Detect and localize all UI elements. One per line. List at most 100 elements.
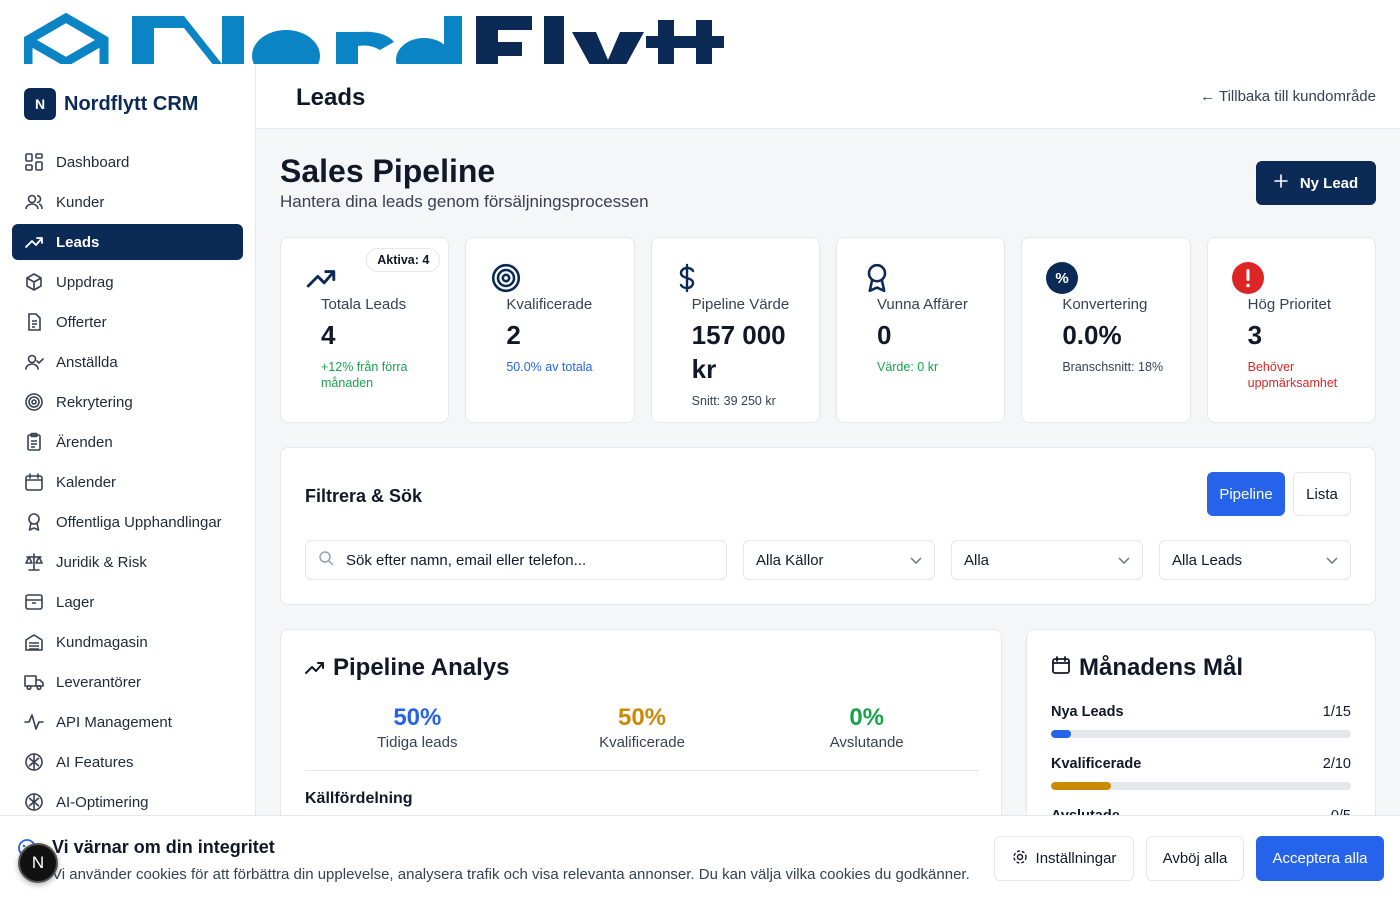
stat-note: Behöver uppmärksamhet xyxy=(1247,359,1338,391)
sidebar-item-label: Dashboard xyxy=(56,153,130,171)
stat-card: % Konvertering 0.0% Branschsnitt: 18% xyxy=(1021,237,1191,423)
goal-progress-text: 1/15 xyxy=(1322,704,1351,720)
list-view-button[interactable]: Lista xyxy=(1293,472,1351,516)
goal-row: Kvalificerade 2/10 xyxy=(1051,756,1351,790)
sidebar-item-dashboard[interactable]: Dashboard xyxy=(12,144,243,180)
sidebar-item-label: Rekrytering xyxy=(56,393,133,411)
sidebar-item-ärenden[interactable]: Ärenden xyxy=(12,424,243,460)
stat-value: 157 000 kr xyxy=(691,320,786,384)
brain-icon xyxy=(24,792,44,812)
new-lead-button[interactable]: Ny Lead xyxy=(1256,161,1376,205)
goal-progress-fill xyxy=(1051,782,1111,790)
sidebar-item-rekrytering[interactable]: Rekrytering xyxy=(12,384,243,420)
stats-row: Aktiva: 4 Totala Leads 4 +12% från förra må… xyxy=(280,237,1376,423)
sidebar-nav: Dashboard Kunder Leads Uppdrag Offerter Anstä… xyxy=(0,144,255,820)
scale-icon xyxy=(24,552,44,572)
sidebar-item-label: Uppdrag xyxy=(56,273,114,291)
file-text-icon xyxy=(24,312,44,332)
sidebar-item-label: Leads xyxy=(56,233,100,251)
sidebar-item-label: Offerter xyxy=(56,313,107,331)
sidebar-item-offerter[interactable]: Offerter xyxy=(12,304,243,340)
goal-row: Nya Leads 1/15 xyxy=(1051,704,1351,738)
sidebar: N Nordflytt CRM Dashboard Kunder Leads Uppd… xyxy=(0,64,256,900)
sidebar-item-label: Juridik & Risk xyxy=(56,553,147,571)
stat-note: Värde: 0 kr xyxy=(876,359,939,374)
calendar-icon xyxy=(24,472,44,492)
sidebar-item-label: Offentliga Upphandlingar xyxy=(56,513,222,531)
target-icon xyxy=(490,262,633,294)
stage-label: Avslutande xyxy=(829,734,904,751)
stat-label: Hög Prioritet xyxy=(1247,296,1332,313)
header-title: Leads xyxy=(296,84,366,111)
sidebar-item-juridik-risk[interactable]: Juridik & Risk xyxy=(12,544,243,580)
stat-value: 2 xyxy=(506,320,521,350)
sidebar-item-offentliga-upphandlingar[interactable]: Offentliga Upphandlingar xyxy=(12,504,243,540)
percent-icon: % xyxy=(1046,262,1189,294)
stat-card: Vunna Affärer 0 Värde: 0 kr xyxy=(835,237,1006,423)
floating-dev-badge[interactable]: N xyxy=(18,843,58,883)
sidebar-item-kunder[interactable]: Kunder xyxy=(12,184,243,220)
trending-up-icon xyxy=(24,232,44,252)
sidebar-item-uppdrag[interactable]: Uppdrag xyxy=(12,264,243,300)
stage-label: Kvalificerade xyxy=(599,734,685,751)
sidebar-item-leverantörer[interactable]: Leverantörer xyxy=(12,664,243,700)
gear-icon xyxy=(1012,849,1028,869)
stat-note: +12% från förra månaden xyxy=(321,359,408,391)
monthly-goals-title-text: Månadens Mål xyxy=(1079,654,1244,681)
stat-value: 0 xyxy=(876,320,892,350)
sidebar-item-kundmagasin[interactable]: Kundmagasin xyxy=(12,624,243,660)
sidebar-item-leads[interactable]: Leads xyxy=(12,224,243,260)
stat-label: Kvalificerade xyxy=(506,296,593,313)
sidebar-item-label: Anställda xyxy=(56,353,118,371)
source-select-value: Alla Källor xyxy=(756,551,824,569)
archive-icon xyxy=(24,592,44,612)
stage-percent: 50% xyxy=(617,704,667,731)
stat-card: Aktiva: 4 Totala Leads 4 +12% från förra må… xyxy=(280,237,450,423)
sidebar-item-api-management[interactable]: API Management xyxy=(12,704,243,740)
cookie-settings-button[interactable]: Inställningar xyxy=(994,836,1134,881)
filter-title: Filtrera & Sök xyxy=(305,486,423,506)
chevron-down-icon xyxy=(1118,552,1130,569)
warehouse-icon xyxy=(24,632,44,652)
pipeline-view-button[interactable]: Pipeline xyxy=(1207,472,1285,516)
search-input[interactable] xyxy=(346,551,706,569)
calendar-icon xyxy=(1051,654,1071,682)
new-lead-label: Ny Lead xyxy=(1299,174,1359,192)
stage-percent: 50% xyxy=(393,704,442,731)
sidebar-item-ai-features[interactable]: AI Features xyxy=(12,744,243,780)
top-logo-banner xyxy=(0,0,1400,64)
cookie-consent-banner: Vi värnar om din integritet Vi använder … xyxy=(0,815,1400,900)
chevron-down-icon xyxy=(1326,552,1338,569)
chevron-down-icon xyxy=(910,552,922,569)
page-title: Sales Pipeline xyxy=(280,153,496,189)
status-select[interactable]: Alla xyxy=(951,540,1143,580)
sidebar-item-label: Ärenden xyxy=(56,433,113,451)
stat-label: Konvertering xyxy=(1062,296,1148,313)
back-to-customer-area-link[interactable]: ← Tillbaka till kundområde xyxy=(1200,88,1376,105)
dollar-icon xyxy=(676,262,819,294)
monthly-goals-title: Månadens Mål xyxy=(1051,654,1243,682)
source-distribution-heading: Källfördelning xyxy=(305,790,413,807)
source-select[interactable]: Alla Källor xyxy=(743,540,935,580)
sidebar-item-label: AI-Optimering xyxy=(56,793,149,811)
leads-select[interactable]: Alla Leads xyxy=(1159,540,1351,580)
sidebar-item-kalender[interactable]: Kalender xyxy=(12,464,243,500)
sidebar-item-anställda[interactable]: Anställda xyxy=(12,344,243,380)
cookie-accept-button[interactable]: Acceptera alla xyxy=(1256,836,1384,881)
cookie-reject-button[interactable]: Avböj alla xyxy=(1146,836,1244,881)
sidebar-item-label: Kunder xyxy=(56,193,105,211)
stat-card: Pipeline Värde 157 000 kr Snitt: 39 250 kr xyxy=(650,237,820,423)
main-content: Sales Pipeline Hantera dina leads genom … xyxy=(256,129,1400,900)
alert-icon xyxy=(1231,262,1375,294)
sidebar-item-lager[interactable]: Lager xyxy=(12,584,243,620)
goal-progress-bar xyxy=(1051,782,1351,790)
page-subtitle: Hantera dina leads genom försäljningspro… xyxy=(280,192,649,211)
sidebar-item-label: Leverantörer xyxy=(56,673,142,691)
stage-percent: 0% xyxy=(849,704,885,731)
users-icon xyxy=(24,192,44,212)
target-icon xyxy=(24,392,44,412)
stat-note: Snitt: 39 250 kr xyxy=(691,393,776,408)
trending-up-icon xyxy=(305,654,325,682)
filter-panel: Filtrera & Sök Pipeline Lista Alla Källo… xyxy=(280,447,1376,605)
brand[interactable]: N Nordflytt CRM xyxy=(0,64,255,144)
